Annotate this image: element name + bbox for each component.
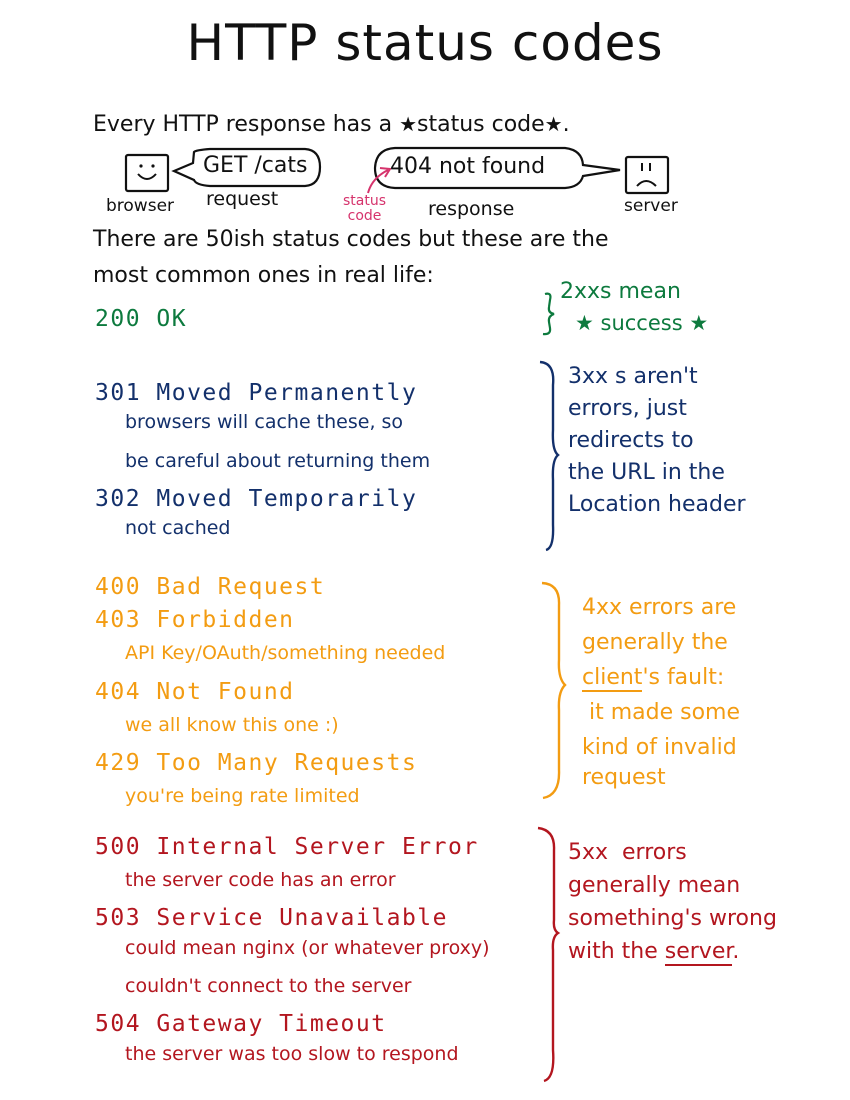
desc-503-line-1: could mean nginx (or whatever proxy) <box>125 937 490 959</box>
status-code-500: 500 Internal Server Error <box>95 834 479 860</box>
note-4xx: 4xx errors are generally the client's fa… <box>582 590 740 791</box>
note-5xx-line: 5xx errors <box>568 840 687 865</box>
desc-302-line-1: not cached <box>125 517 231 539</box>
note-3xx-line: errors, just <box>568 396 687 421</box>
brace-2xx <box>542 292 555 336</box>
desc-403-line-1: API Key/OAuth/something needed <box>125 642 446 664</box>
desc-500-line-1: the server code has an error <box>125 869 396 891</box>
status-code-302: 302 Moved Temporarily <box>95 486 418 512</box>
status-code-504: 504 Gateway Timeout <box>95 1011 387 1037</box>
note-4xx-underlined: client <box>582 665 643 692</box>
note-4xx-line: kind of invalid <box>582 735 737 760</box>
desc-404-line-1: we all know this one :) <box>125 714 339 736</box>
note-2xx-line-2: ★ success ★ <box>575 311 709 335</box>
note-3xx-line: the URL in the <box>568 460 725 485</box>
note-5xx-line: with the server. <box>568 939 740 966</box>
note-5xx-line: generally mean <box>568 873 741 898</box>
desc-503-line-2: couldn't connect to the server <box>125 975 412 997</box>
brace-4xx <box>541 581 567 800</box>
desc-429-line-1: you're being rate limited <box>125 785 360 807</box>
brace-5xx <box>537 826 561 1083</box>
brace-3xx <box>539 360 560 552</box>
status-code-301: 301 Moved Permanently <box>95 380 418 406</box>
desc-301-line-1: browsers will cache these, so <box>125 411 404 433</box>
status-code-503: 503 Service Unavailable <box>95 905 448 931</box>
note-3xx: 3xx s aren't errors, just redirects to t… <box>568 361 746 521</box>
note-5xx-line: something's wrong <box>568 906 777 931</box>
status-code-403: 403 Forbidden <box>95 607 295 633</box>
note-2xx-line-1: 2xxs mean <box>560 279 681 304</box>
note-4xx-line: client's fault: <box>582 665 725 692</box>
note-3xx-line: 3xx s aren't <box>568 364 698 389</box>
note-4xx-line: 4xx errors are <box>582 595 737 620</box>
desc-301-line-2: be careful about returning them <box>125 450 431 472</box>
note-5xx: 5xx errors generally mean something's wr… <box>568 836 777 968</box>
note-3xx-line: redirects to <box>568 428 694 453</box>
note-3xx-line: Location header <box>568 492 746 517</box>
status-code-404: 404 Not Found <box>95 679 295 705</box>
status-code-200: 200 OK <box>95 306 188 332</box>
status-code-429: 429 Too Many Requests <box>95 750 418 776</box>
note-4xx-line: it made some <box>582 700 741 725</box>
note-5xx-underlined: server <box>664 939 733 966</box>
desc-504-line-1: the server was too slow to respond <box>125 1043 459 1065</box>
note-4xx-line: generally the <box>582 630 728 655</box>
status-code-400: 400 Bad Request <box>95 574 326 600</box>
note-4xx-line: request <box>582 765 666 790</box>
